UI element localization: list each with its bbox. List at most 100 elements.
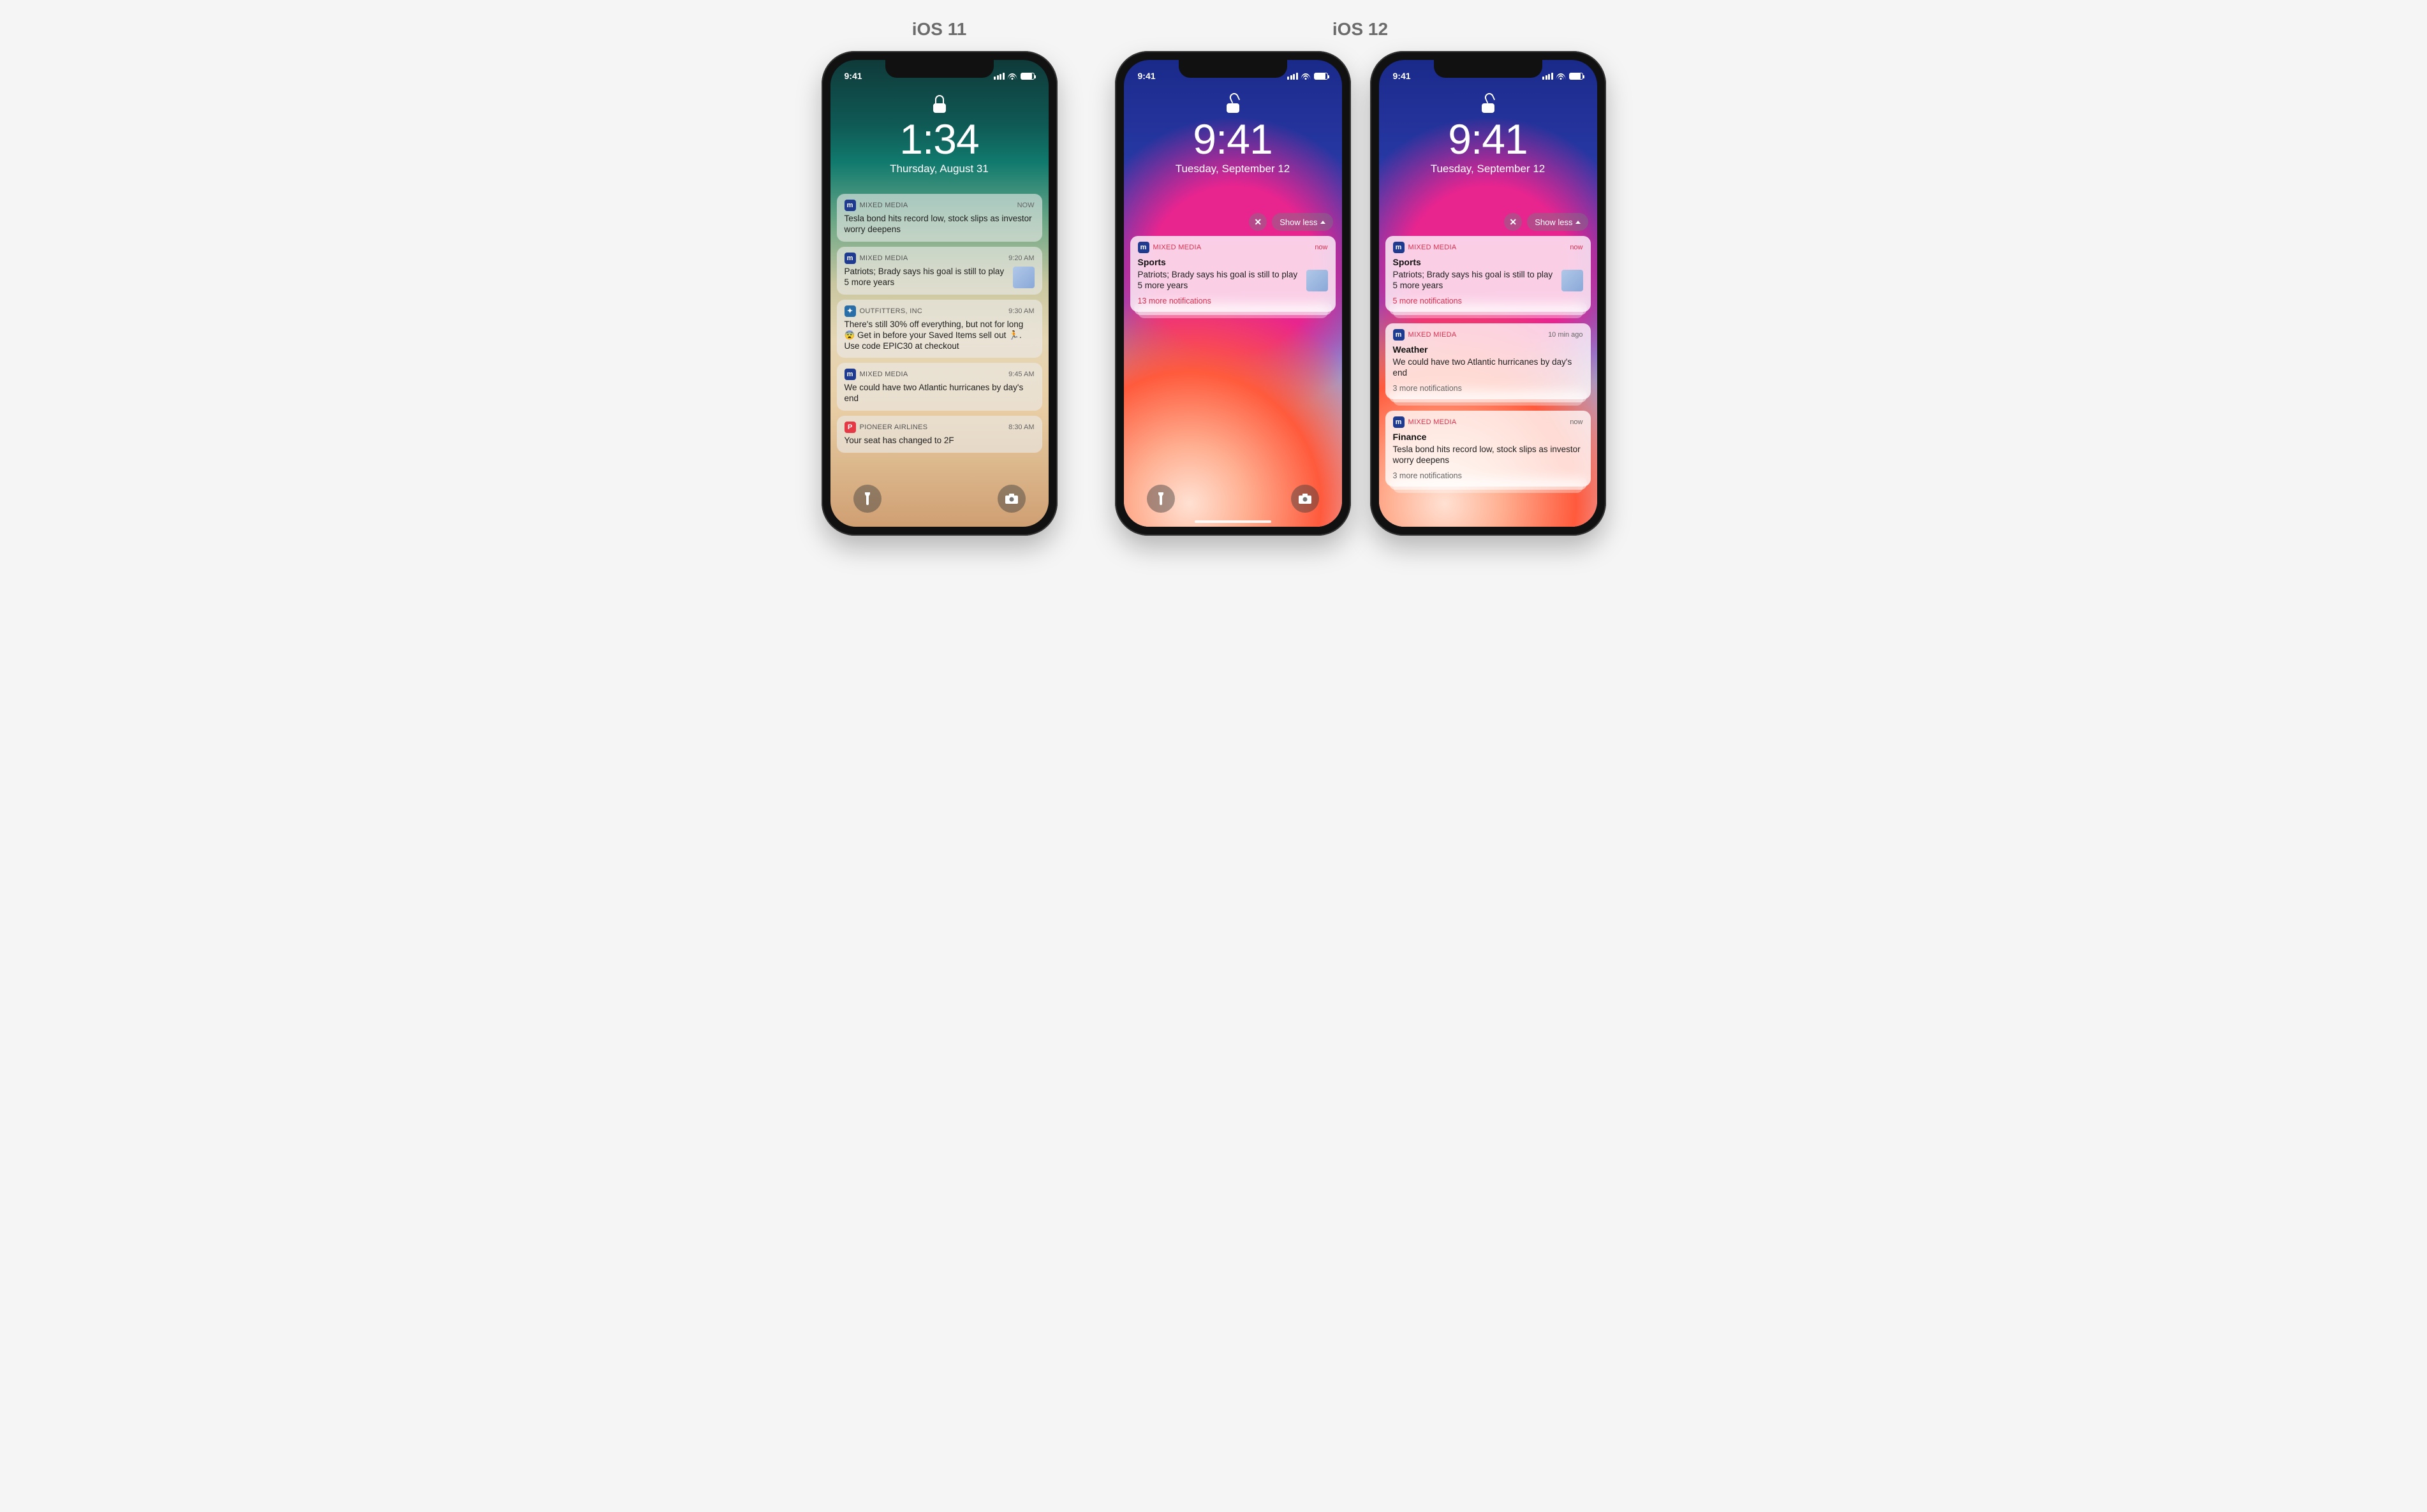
app-icon: m	[845, 253, 856, 264]
phone-ios12-a: 9:41 9:41 Tuesday, September 12	[1115, 51, 1351, 536]
notification-time: NOW	[1017, 202, 1035, 209]
notification-time: 10 min ago	[1548, 331, 1582, 339]
flashlight-button[interactable]	[853, 485, 882, 513]
close-button[interactable]: ✕	[1504, 213, 1522, 231]
notification-title: Sports	[1393, 257, 1583, 267]
signal-icon	[1287, 73, 1298, 80]
notification-list[interactable]: ✕ Show less m MIXED MEDIA now Sports Patriot…	[1130, 213, 1336, 482]
lock-time: 9:41	[1193, 118, 1272, 160]
app-name: MIXED MEDIA	[1408, 244, 1457, 251]
notification-group[interactable]: mMIXED MEDIA now Sports Patriots; Brady say…	[1385, 236, 1591, 312]
show-less-button[interactable]: Show less	[1527, 213, 1588, 231]
chevron-up-icon	[1575, 221, 1581, 224]
notification-body: Tesla bond hits record low, stock slips …	[1393, 444, 1583, 466]
app-name: MIXED MEDIA	[1408, 418, 1457, 426]
lock-icon	[933, 95, 947, 113]
app-icon: ✦	[845, 305, 856, 317]
phone-ios11: 9:41 1:34 Thursday, August 31 mMIXED MED…	[822, 51, 1058, 536]
app-icon: m	[1393, 416, 1405, 428]
thumbnail	[1561, 270, 1583, 291]
notification-card[interactable]: PPIONEER AIRLINES8:30 AMYour seat has ch…	[837, 416, 1042, 453]
statusbar-time: 9:41	[1393, 71, 1411, 81]
notification-body: Patriots; Brady says his goal is still t…	[1393, 270, 1556, 291]
app-icon: m	[845, 369, 856, 380]
camera-button[interactable]	[1291, 485, 1319, 513]
unlock-icon	[1226, 95, 1240, 113]
app-name: MIXED MEDIA	[860, 254, 908, 262]
phone-ios12-b: 9:41 9:41 Tuesday, September 12	[1370, 51, 1606, 536]
notification-body: Patriots; Brady says his goal is still t…	[1138, 270, 1301, 291]
app-name: OUTFITTERS, INC	[860, 307, 923, 315]
notch	[885, 60, 994, 78]
notification-card[interactable]: m MIXED MEDIA NOW Tesla bond hits record lo…	[837, 194, 1042, 242]
notification-time: 9:20 AM	[1008, 254, 1034, 262]
show-less-button[interactable]: Show less	[1272, 213, 1332, 231]
app-icon: m	[1393, 242, 1405, 253]
close-button[interactable]: ✕	[1249, 213, 1267, 231]
app-icon: m	[1138, 242, 1149, 253]
notch	[1434, 60, 1542, 78]
notification-time: 9:30 AM	[1008, 307, 1034, 315]
notification-body: There's still 30% off everything, but no…	[845, 319, 1035, 352]
app-name: MIXED MEDIA	[860, 202, 908, 209]
notification-title: Sports	[1138, 257, 1328, 267]
app-icon: m	[845, 200, 856, 211]
app-name: MIXED MEDIA	[1153, 244, 1202, 251]
thumbnail	[1013, 267, 1035, 288]
show-less-label: Show less	[1535, 217, 1572, 227]
more-notifications[interactable]: 5 more notifications	[1393, 297, 1583, 305]
more-notifications[interactable]: 3 more notifications	[1393, 384, 1583, 393]
chevron-up-icon	[1320, 221, 1325, 224]
app-name: MIXED MIEDA	[1408, 331, 1457, 339]
signal-icon	[1542, 73, 1553, 80]
battery-icon	[1021, 73, 1035, 80]
notification-card[interactable]: mMIXED MEDIA9:45 AMWe could have two Atl…	[837, 363, 1042, 411]
notification-title: Finance	[1393, 432, 1583, 442]
notification-time: now	[1570, 244, 1582, 251]
show-less-label: Show less	[1280, 217, 1317, 227]
notification-list[interactable]: m MIXED MEDIA NOW Tesla bond hits record lo…	[837, 194, 1042, 482]
notification-group[interactable]: m MIXED MEDIA now Sports Patriots; Brady say…	[1130, 236, 1336, 312]
notification-group[interactable]: mMIXED MIEDA 10 min ago Weather We could ha…	[1385, 323, 1591, 399]
battery-icon	[1569, 73, 1583, 80]
notification-time: now	[1570, 418, 1582, 426]
ios12-label: iOS 12	[1332, 19, 1388, 40]
notification-time: 8:30 AM	[1008, 423, 1034, 431]
thumbnail	[1306, 270, 1328, 291]
app-icon: m	[1393, 329, 1405, 341]
notch	[1179, 60, 1287, 78]
wifi-icon	[1556, 72, 1566, 80]
app-name: MIXED MEDIA	[860, 371, 908, 378]
statusbar-time: 9:41	[1138, 71, 1156, 81]
ios12-column: iOS 12 9:41 9:41	[1115, 19, 1606, 536]
statusbar-time: 9:41	[845, 71, 862, 81]
notification-card[interactable]: m MIXED MEDIA 9:20 AMPatriots; Brady says …	[837, 247, 1042, 295]
ios11-column: iOS 11 9:41 1:34 Thursday, August 31 mMI	[822, 19, 1058, 536]
notification-time: 9:45 AM	[1008, 371, 1034, 378]
wifi-icon	[1008, 72, 1017, 80]
notification-list[interactable]: ✕ Show less mMIXED MEDIAnowSportsPatriot…	[1385, 213, 1591, 520]
unlock-icon	[1481, 95, 1495, 113]
battery-icon	[1314, 73, 1328, 80]
notification-title: Weather	[1393, 344, 1583, 355]
signal-icon	[994, 73, 1005, 80]
notification-time: now	[1315, 244, 1327, 251]
lock-date: Tuesday, September 12	[1176, 163, 1290, 175]
notification-body: Tesla bond hits record low, stock slips …	[845, 214, 1035, 235]
notification-body: We could have two Atlantic hurricanes by…	[1393, 357, 1583, 379]
flashlight-button[interactable]	[1147, 485, 1175, 513]
ios11-label: iOS 11	[912, 19, 967, 40]
notification-body: Patriots; Brady says his goal is still t…	[845, 267, 1008, 288]
notification-card[interactable]: ✦ OUTFITTERS, INC 9:30 AM There's still 30%…	[837, 300, 1042, 358]
camera-button[interactable]	[998, 485, 1026, 513]
more-notifications[interactable]: 13 more notifications	[1138, 297, 1328, 305]
notification-body: Your seat has changed to 2F	[845, 436, 1035, 446]
more-notifications[interactable]: 3 more notifications	[1393, 471, 1583, 480]
app-name: PIONEER AIRLINES	[860, 423, 928, 431]
lock-date: Tuesday, September 12	[1431, 163, 1545, 175]
lock-time: 1:34	[899, 118, 978, 160]
wifi-icon	[1301, 72, 1311, 80]
lock-time: 9:41	[1448, 118, 1527, 160]
notification-group[interactable]: mMIXED MEDIA now Finance Tesla bond hits re…	[1385, 411, 1591, 487]
home-indicator[interactable]	[1195, 520, 1271, 523]
